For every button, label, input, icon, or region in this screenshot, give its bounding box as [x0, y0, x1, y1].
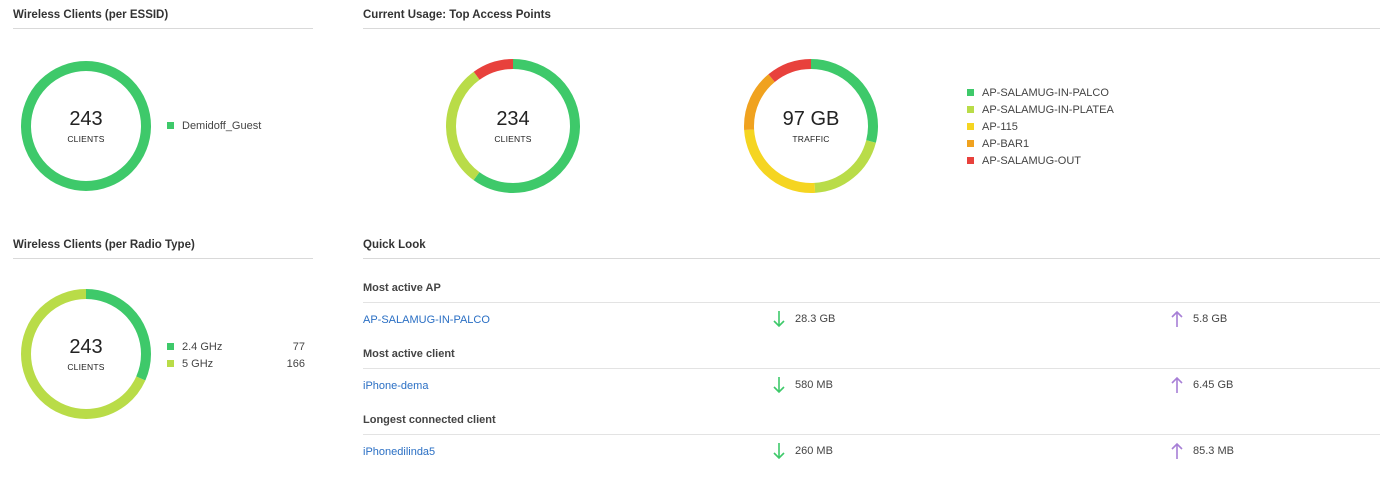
legend-label: 5 GHz: [182, 357, 214, 370]
download-value: 580 MB: [795, 379, 833, 391]
upload-value: 6.45 GB: [1193, 379, 1234, 391]
usage-legend: AP-SALAMUG-IN-PALCO AP-SALAMUG-IN-PLATEA…: [967, 84, 1157, 169]
radio-client-count: 243: [69, 336, 103, 358]
legend-item[interactable]: AP-SALAMUG-OUT: [967, 152, 1157, 169]
download-arrow-icon: [773, 377, 785, 394]
longest-connected-client-link[interactable]: iPhonedilinda5: [363, 446, 435, 458]
download-stat: 580 MB: [773, 376, 833, 394]
legend-swatch: [967, 123, 974, 130]
radio-donut: 243 CLIENTS: [20, 288, 152, 420]
essid-donut: 243 CLIENTS: [20, 60, 152, 192]
essid-client-unit: CLIENTS: [67, 134, 105, 144]
legend-swatch: [167, 122, 174, 129]
legend-item[interactable]: AP-SALAMUG-IN-PALCO: [967, 84, 1157, 101]
essid-client-count: 243: [69, 108, 103, 130]
legend-swatch: [967, 140, 974, 147]
usage-client-count: 234: [496, 108, 530, 130]
legend-swatch: [967, 106, 974, 113]
legend-count: 77: [292, 340, 305, 353]
quick-look-heading-longest-connected: Longest connected client: [363, 414, 1380, 435]
essid-legend: Demidoff_Guest: [167, 117, 297, 134]
legend-item[interactable]: AP-BAR1: [967, 135, 1157, 152]
download-value: 28.3 GB: [795, 313, 836, 325]
legend-item[interactable]: Demidoff_Guest: [167, 117, 297, 134]
legend-swatch: [167, 343, 174, 350]
download-stat: 260 MB: [773, 442, 833, 460]
upload-stat: 5.8 GB: [1171, 310, 1227, 328]
most-active-client-link[interactable]: iPhone-dema: [363, 380, 428, 392]
quick-look-heading-most-active-client: Most active client: [363, 348, 1380, 369]
legend-item[interactable]: 2.4 GHz 77: [167, 338, 305, 355]
legend-label: Demidoff_Guest: [182, 119, 262, 132]
download-arrow-icon: [773, 311, 785, 328]
essid-section-title: Wireless Clients (per ESSID): [13, 9, 313, 29]
download-stat: 28.3 GB: [773, 310, 835, 328]
upload-arrow-icon: [1171, 310, 1183, 327]
upload-value: 5.8 GB: [1193, 313, 1228, 325]
download-value: 260 MB: [795, 445, 833, 457]
usage-clients-donut: 234 CLIENTS: [445, 58, 581, 194]
legend-label: 2.4 GHz: [182, 340, 223, 353]
upload-arrow-icon: [1171, 442, 1183, 459]
radio-section-title: Wireless Clients (per Radio Type): [13, 239, 313, 259]
legend-item[interactable]: AP-SALAMUG-IN-PLATEA: [967, 101, 1157, 118]
legend-label: AP-BAR1: [982, 137, 1030, 150]
upload-value: 85.3 MB: [1193, 445, 1234, 457]
usage-traffic-unit: TRAFFIC: [792, 134, 830, 144]
quick-look-title: Quick Look: [363, 239, 1380, 259]
legend-swatch: [167, 360, 174, 367]
legend-count: 166: [286, 357, 305, 370]
legend-item[interactable]: 5 GHz 166: [167, 355, 305, 372]
upload-stat: 6.45 GB: [1171, 376, 1233, 394]
usage-section-title: Current Usage: Top Access Points: [363, 9, 1380, 29]
radio-legend: 2.4 GHz 77 5 GHz 166: [167, 338, 305, 372]
legend-label: AP-SALAMUG-IN-PALCO: [982, 86, 1109, 99]
legend-label: AP-SALAMUG-OUT: [982, 154, 1082, 167]
quick-look-row-most-active-client: iPhone-dema 580 MB 6.45 GB: [363, 376, 1380, 396]
usage-traffic-donut: 97 GB TRAFFIC: [743, 58, 879, 194]
most-active-ap-link[interactable]: AP-SALAMUG-IN-PALCO: [363, 314, 490, 326]
legend-swatch: [967, 157, 974, 164]
quick-look-heading-most-active-ap: Most active AP: [363, 282, 1380, 303]
upload-arrow-icon: [1171, 376, 1183, 393]
quick-look-row-most-active-ap: AP-SALAMUG-IN-PALCO 28.3 GB 5.8 GB: [363, 310, 1380, 330]
download-arrow-icon: [773, 443, 785, 460]
radio-client-unit: CLIENTS: [67, 362, 105, 372]
upload-stat: 85.3 MB: [1171, 442, 1234, 460]
legend-label: AP-SALAMUG-IN-PLATEA: [982, 103, 1114, 116]
legend-swatch: [967, 89, 974, 96]
usage-client-unit: CLIENTS: [494, 134, 532, 144]
quick-look-row-longest-connected: iPhonedilinda5 260 MB 85.3 MB: [363, 442, 1380, 462]
usage-traffic-value: 97 GB: [782, 108, 840, 130]
legend-label: AP-115: [982, 120, 1018, 133]
legend-item[interactable]: AP-115: [967, 118, 1157, 135]
